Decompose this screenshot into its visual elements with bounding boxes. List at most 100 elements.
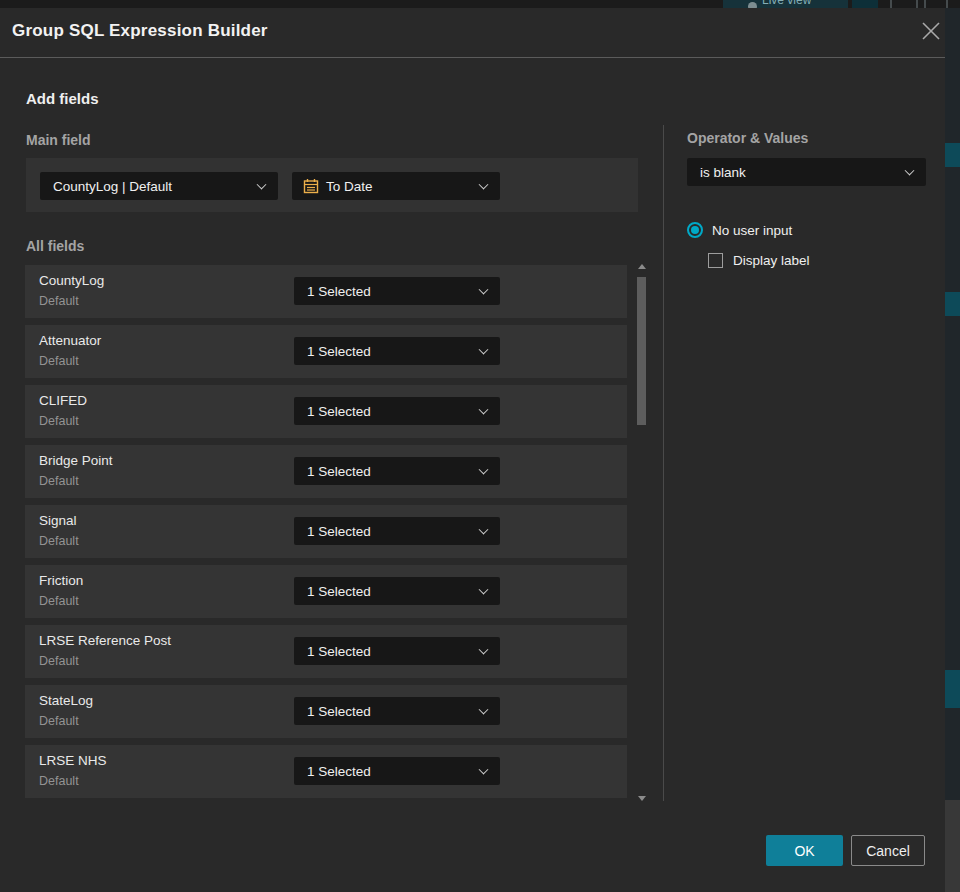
field-subtitle: Default [39,714,79,728]
scrollbar-thumb[interactable] [637,277,646,425]
field-selected-dropdown-label: 1 Selected [307,284,371,299]
background-toolbar-divider [916,0,918,8]
field-name: StateLog [39,693,93,708]
field-selected-dropdown-label: 1 Selected [307,404,371,419]
add-fields-heading: Add fields [26,90,99,107]
field-name: Bridge Point [39,453,113,468]
ok-button[interactable]: OK [766,835,843,866]
group-sql-expression-builder-dialog: Group SQL Expression Builder Add fields … [0,8,945,892]
no-user-input-radio[interactable]: No user input [687,221,792,239]
display-label-text: Display label [733,253,810,268]
field-selected-dropdown[interactable]: 1 Selected [294,577,500,605]
field-selected-dropdown-label: 1 Selected [307,644,371,659]
field-row: CLIFED Default 1 Selected [25,385,627,438]
all-fields-list: CountyLog Default 1 Selected Attenuator … [25,265,627,806]
field-row: LRSE Reference Post Default 1 Selected [25,625,627,678]
display-label-checkbox[interactable]: Display label [708,251,810,269]
field-name: Attenuator [39,333,101,348]
main-field-select[interactable]: CountyLog | Default [40,172,278,200]
header-divider [0,57,945,58]
field-subtitle: Default [39,594,79,608]
field-row: StateLog Default 1 Selected [25,685,627,738]
main-field-label: Main field [26,132,91,148]
field-row: Attenuator Default 1 Selected [25,325,627,378]
operator-select-value: is blank [700,165,746,180]
dialog-title: Group SQL Expression Builder [12,21,268,41]
field-selected-dropdown[interactable]: 1 Selected [294,337,500,365]
field-selected-dropdown[interactable]: 1 Selected [294,757,500,785]
chevron-down-icon [479,765,489,775]
field-subtitle: Default [39,654,79,668]
radio-selected-icon[interactable] [687,222,703,238]
background-teal-block [945,292,960,316]
field-subtitle: Default [39,534,79,548]
background-panel-edge [945,800,960,892]
scroll-down-arrow-icon[interactable] [638,796,646,801]
field-selected-dropdown[interactable]: 1 Selected [294,397,500,425]
background-toolbar-divider [946,0,948,8]
dialog-header: Group SQL Expression Builder [0,8,945,57]
chevron-down-icon [479,645,489,655]
operator-values-label: Operator & Values [687,130,808,146]
field-row: LRSE NHS Default 1 Selected [25,745,627,798]
field-subtitle: Default [39,774,79,788]
field-subtitle: Default [39,294,79,308]
chevron-down-icon [479,525,489,535]
field-selected-dropdown-label: 1 Selected [307,464,371,479]
background-app-topbar: Live view [0,0,960,8]
operator-select[interactable]: is blank [687,158,926,186]
field-subtitle: Default [39,414,79,428]
main-field-type-select[interactable]: To Date [292,172,500,200]
background-toolbar-icon [865,0,878,8]
field-name: CountyLog [39,273,104,288]
cancel-button[interactable]: Cancel [851,835,925,866]
chevron-down-icon [479,705,489,715]
scroll-up-arrow-icon[interactable] [638,264,646,269]
background-toolbar-icon [852,0,865,8]
field-selected-dropdown-label: 1 Selected [307,764,371,779]
field-selected-dropdown-label: 1 Selected [307,524,371,539]
field-name: LRSE NHS [39,753,107,768]
scrollbar[interactable] [637,258,647,803]
field-selected-dropdown[interactable]: 1 Selected [294,277,500,305]
field-subtitle: Default [39,354,79,368]
background-app-right-edge [945,8,960,892]
field-name: CLIFED [39,393,87,408]
field-row: Friction Default 1 Selected [25,565,627,618]
main-field-container: CountyLog | Default To Date [26,158,638,212]
all-fields-label: All fields [26,238,84,254]
checkbox-unchecked-icon[interactable] [708,253,723,268]
close-icon[interactable] [919,19,943,43]
main-field-type-value: To Date [326,179,373,194]
background-toolbar-divider [890,0,892,8]
calendar-icon [303,178,319,194]
chevron-down-icon [479,405,489,415]
chevron-down-icon [905,166,915,176]
main-field-select-value: CountyLog | Default [53,179,172,194]
field-name: LRSE Reference Post [39,633,171,648]
panel-divider [663,125,664,801]
field-subtitle: Default [39,474,79,488]
chevron-down-icon [479,180,489,190]
field-selected-dropdown-label: 1 Selected [307,584,371,599]
field-name: Signal [39,513,77,528]
chevron-down-icon [257,180,267,190]
field-selected-dropdown[interactable]: 1 Selected [294,697,500,725]
field-selected-dropdown[interactable]: 1 Selected [294,637,500,665]
field-selected-dropdown[interactable]: 1 Selected [294,517,500,545]
field-selected-dropdown-label: 1 Selected [307,344,371,359]
background-toolbar-divider [924,0,926,8]
live-view-label: Live view [762,0,811,7]
field-name: Friction [39,573,83,588]
field-row: Signal Default 1 Selected [25,505,627,558]
chevron-down-icon [479,465,489,475]
chevron-down-icon [479,345,489,355]
chevron-down-icon [479,285,489,295]
live-view-button[interactable]: Live view [723,0,848,8]
no-user-input-label: No user input [712,223,792,238]
field-row: CountyLog Default 1 Selected [25,265,627,318]
background-teal-block [945,670,960,708]
chevron-down-icon [479,585,489,595]
field-selected-dropdown[interactable]: 1 Selected [294,457,500,485]
field-selected-dropdown-label: 1 Selected [307,704,371,719]
